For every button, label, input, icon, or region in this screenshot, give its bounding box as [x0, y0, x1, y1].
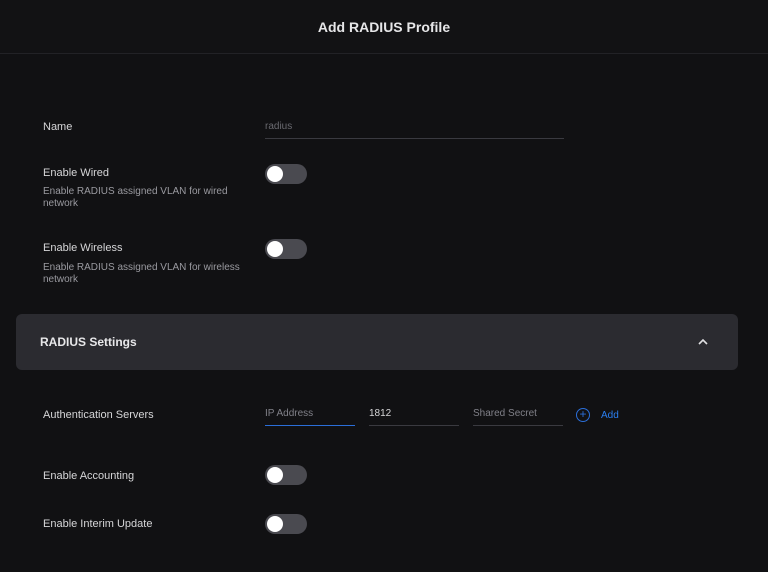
enable-interim-update-label: Enable Interim Update: [43, 518, 153, 530]
enable-wireless-label: Enable Wireless: [43, 242, 123, 254]
enable-wireless-description: Enable RADIUS assigned VLAN for wireless…: [43, 262, 240, 285]
radius-settings-title: RADIUS Settings: [40, 335, 137, 349]
enable-wired-toggle[interactable]: [265, 164, 307, 184]
toggle-knob: [267, 467, 283, 483]
enable-interim-update-toggle[interactable]: [265, 514, 307, 534]
chevron-up-icon[interactable]: [698, 337, 708, 347]
enable-wireless-toggle[interactable]: [265, 239, 307, 259]
enable-wired-label: Enable Wired: [43, 167, 110, 179]
ip-address-input[interactable]: [265, 405, 355, 426]
name-input[interactable]: [265, 118, 564, 139]
enable-accounting-label: Enable Accounting: [43, 470, 135, 482]
authentication-servers-label: Authentication Servers: [43, 409, 154, 421]
enable-accounting-toggle[interactable]: [265, 465, 307, 485]
port-input[interactable]: [369, 405, 459, 426]
enable-wired-description: Enable RADIUS assigned VLAN for wired ne…: [43, 186, 228, 209]
name-label: Name: [43, 121, 73, 133]
toggle-knob: [267, 166, 283, 182]
radius-settings-section-header[interactable]: RADIUS Settings: [16, 314, 738, 370]
shared-secret-input[interactable]: [473, 405, 563, 426]
dialog-title: Add RADIUS Profile: [317, 18, 451, 35]
add-circle-icon[interactable]: +: [576, 408, 590, 422]
dialog-header: Add RADIUS Profile: [0, 0, 768, 54]
toggle-knob: [267, 516, 283, 532]
add-server-button[interactable]: Add: [601, 410, 619, 421]
toggle-knob: [267, 241, 283, 257]
